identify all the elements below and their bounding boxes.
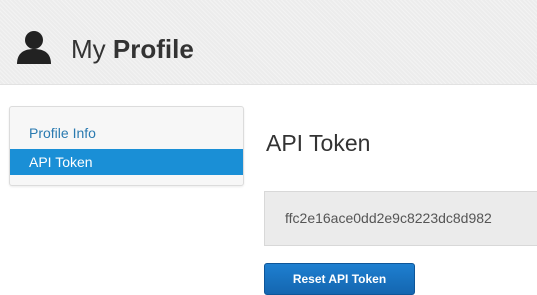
section-title: API Token bbox=[266, 130, 371, 156]
reset-api-token-button[interactable]: Reset API Token bbox=[264, 263, 415, 295]
sidebar-menu: Profile Info API Token bbox=[9, 106, 244, 186]
page-title-prefix: My bbox=[71, 34, 106, 64]
page-title: My Profile bbox=[71, 34, 194, 64]
sidebar-item-profile-info[interactable]: Profile Info bbox=[10, 120, 243, 146]
api-token-value: ffc2e16ace0dd2e9c8223dc8d982 bbox=[285, 210, 492, 226]
page-title-strong: Profile bbox=[112, 34, 194, 64]
sidebar-item-api-token[interactable]: API Token bbox=[10, 149, 243, 175]
user-icon bbox=[17, 31, 51, 64]
api-token-field[interactable]: ffc2e16ace0dd2e9c8223dc8d982 bbox=[264, 191, 537, 246]
page-header: My Profile bbox=[0, 0, 537, 85]
